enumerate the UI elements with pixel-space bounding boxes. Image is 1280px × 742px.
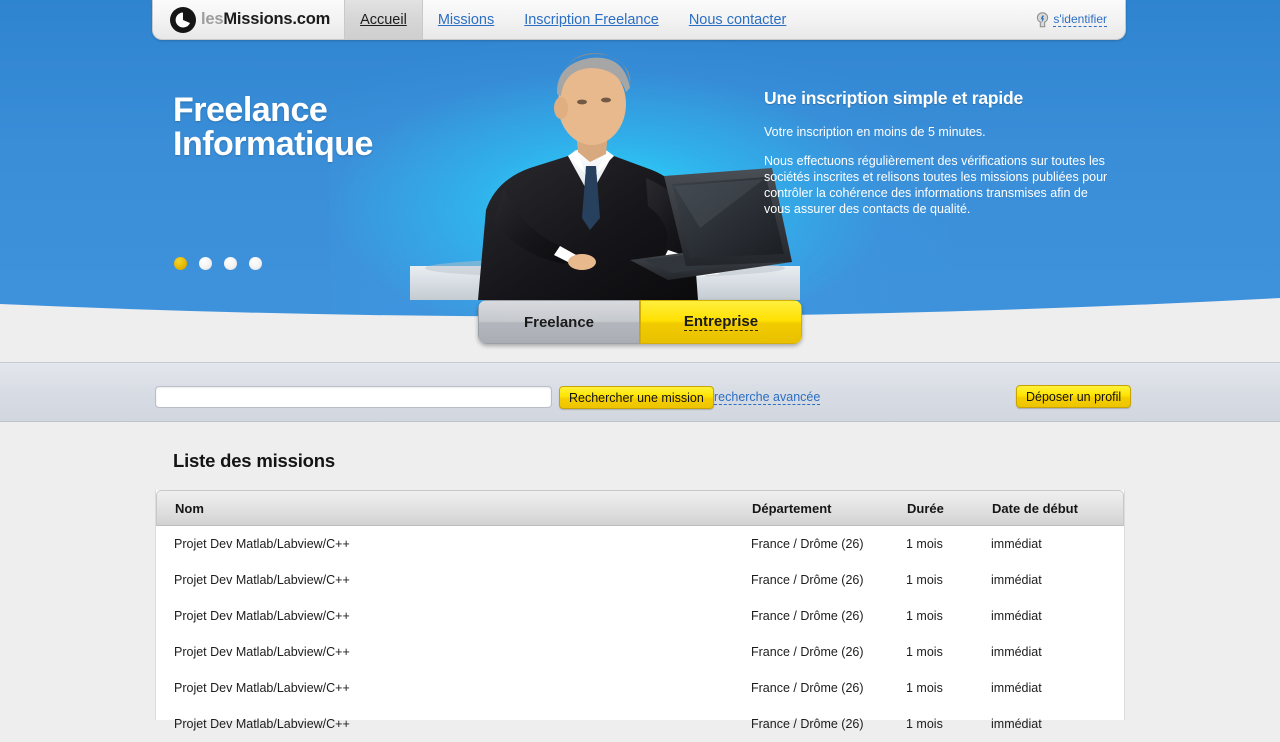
- carousel-dot-1[interactable]: [174, 257, 187, 270]
- column-header-departement[interactable]: Département: [752, 501, 907, 516]
- missions-table: Nom Département Durée Date de début Proj…: [155, 490, 1125, 731]
- cell-date: immédiat: [991, 573, 1042, 587]
- cell-duree: 1 mois: [906, 681, 943, 695]
- logo-text: lesMissions.com: [201, 10, 330, 29]
- cell-nom: Projet Dev Matlab/Labview/C++: [174, 537, 350, 551]
- toggle-freelance[interactable]: Freelance: [478, 300, 640, 344]
- cell-nom: Projet Dev Matlab/Labview/C++: [174, 717, 350, 731]
- cell-date: immédiat: [991, 537, 1042, 551]
- cell-departement: France / Drôme (26): [751, 537, 864, 551]
- missions-table-header: Nom Département Durée Date de début: [156, 490, 1124, 526]
- key-icon: [1037, 11, 1049, 27]
- cell-nom: Projet Dev Matlab/Labview/C++: [174, 609, 350, 623]
- cell-date: immédiat: [991, 681, 1042, 695]
- carousel-dot-3[interactable]: [224, 257, 237, 270]
- audience-toggle: Freelance Entreprise: [478, 300, 802, 344]
- search-input[interactable]: [155, 386, 552, 408]
- cell-duree: 1 mois: [906, 537, 943, 551]
- logo-text-prefix: les: [201, 10, 224, 28]
- table-row[interactable]: Projet Dev Matlab/Labview/C++ France / D…: [156, 670, 1124, 706]
- cell-duree: 1 mois: [906, 717, 943, 731]
- column-header-nom[interactable]: Nom: [157, 501, 752, 516]
- nav-item-nous-contacter[interactable]: Nous contacter: [674, 0, 802, 39]
- carousel-dots[interactable]: [174, 257, 262, 270]
- site-logo[interactable]: lesMissions.com: [153, 0, 344, 39]
- login-area[interactable]: s'identifier: [1036, 0, 1125, 39]
- column-header-duree[interactable]: Durée: [907, 501, 992, 516]
- cell-departement: France / Drôme (26): [751, 645, 864, 659]
- table-row[interactable]: Projet Dev Matlab/Labview/C++ France / D…: [156, 562, 1124, 598]
- hero-banner: Freelance Informatique Une inscription s…: [0, 0, 1280, 330]
- cell-departement: France / Drôme (26): [751, 573, 864, 587]
- search-submit-button[interactable]: Rechercher une mission: [559, 386, 714, 409]
- carousel-dot-4[interactable]: [249, 257, 262, 270]
- login-link[interactable]: s'identifier: [1053, 12, 1107, 27]
- hero-photo-businessman-laptop: [410, 53, 800, 300]
- cell-nom: Projet Dev Matlab/Labview/C++: [174, 681, 350, 695]
- missions-section-title: Liste des missions: [173, 450, 335, 471]
- nav-item-missions[interactable]: Missions: [423, 0, 509, 39]
- cell-nom: Projet Dev Matlab/Labview/C++: [174, 645, 350, 659]
- toggle-entreprise[interactable]: Entreprise: [640, 300, 802, 344]
- column-header-date-debut[interactable]: Date de début: [992, 501, 1122, 516]
- cell-departement: France / Drôme (26): [751, 681, 864, 695]
- cell-date: immédiat: [991, 717, 1042, 731]
- cell-date: immédiat: [991, 609, 1042, 623]
- table-row[interactable]: Projet Dev Matlab/Labview/C++ France / D…: [156, 706, 1124, 742]
- logo-text-suffix: Missions.com: [223, 10, 331, 28]
- site-header: lesMissions.com Accueil Missions Inscrip…: [152, 0, 1126, 40]
- cell-date: immédiat: [991, 645, 1042, 659]
- hero-subtitle: Une inscription simple et rapide: [764, 88, 1024, 108]
- toggle-freelance-label: Freelance: [523, 313, 595, 331]
- carousel-dot-2[interactable]: [199, 257, 212, 270]
- hero-body-text: Nous effectuons régulièrement des vérifi…: [764, 154, 1108, 216]
- advanced-search-link[interactable]: recherche avancée: [714, 390, 821, 405]
- hero-title-line2: Informatique: [173, 125, 373, 163]
- table-row[interactable]: Projet Dev Matlab/Labview/C++ France / D…: [156, 598, 1124, 634]
- cell-nom: Projet Dev Matlab/Labview/C++: [174, 573, 350, 587]
- nav-item-accueil[interactable]: Accueil: [344, 0, 423, 39]
- cell-departement: France / Drôme (26): [751, 717, 864, 731]
- cell-departement: France / Drôme (26): [751, 609, 864, 623]
- hero-lead-text: Votre inscription en moins de 5 minutes.: [764, 125, 986, 139]
- table-row[interactable]: Projet Dev Matlab/Labview/C++ France / D…: [156, 634, 1124, 670]
- cell-duree: 1 mois: [906, 573, 943, 587]
- nav-item-inscription-freelance[interactable]: Inscription Freelance: [509, 0, 674, 39]
- main-navigation: Accueil Missions Inscription Freelance N…: [344, 0, 801, 39]
- cell-duree: 1 mois: [906, 609, 943, 623]
- hero-title: Freelance Informatique: [173, 93, 373, 161]
- cell-duree: 1 mois: [906, 645, 943, 659]
- hero-text-block: Une inscription simple et rapide Votre i…: [764, 88, 1109, 217]
- table-row[interactable]: Projet Dev Matlab/Labview/C++ France / D…: [156, 526, 1124, 562]
- circle-e-logo-icon: [170, 6, 196, 33]
- hero-title-line1: Freelance: [173, 91, 328, 129]
- toggle-entreprise-label: Entreprise: [683, 313, 759, 331]
- deposit-profile-button[interactable]: Déposer un profil: [1016, 385, 1132, 408]
